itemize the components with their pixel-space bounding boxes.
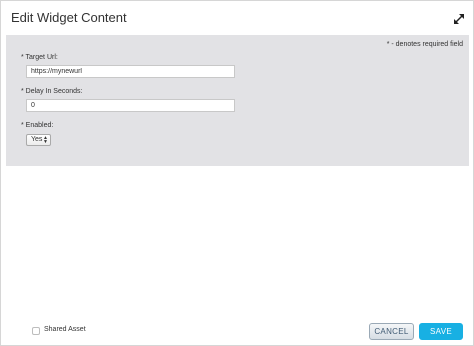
target-url-input[interactable] (26, 65, 235, 78)
dialog-header: Edit Widget Content (1, 1, 473, 35)
enabled-label: * Enabled: (21, 122, 54, 129)
shared-asset-label: Shared Asset (44, 326, 86, 333)
up-down-arrows-icon: ▲ ▼ (43, 135, 48, 145)
shared-asset-checkbox[interactable] (32, 327, 40, 335)
save-button[interactable]: SAVE (419, 323, 463, 340)
delay-input[interactable] (26, 99, 235, 112)
delay-label: * Delay In Seconds: (21, 88, 83, 95)
cancel-button[interactable]: CANCEL (369, 323, 414, 340)
required-field-note: * - denotes required field (386, 41, 463, 48)
enabled-select[interactable]: Yes ▲ ▼ (26, 134, 51, 146)
expand-icon[interactable] (453, 12, 465, 24)
edit-widget-dialog: Edit Widget Content * - denotes required… (0, 0, 474, 346)
enabled-select-value: Yes (31, 136, 43, 143)
target-url-label: * Target Url: (21, 54, 58, 61)
dialog-title: Edit Widget Content (11, 10, 127, 25)
form-panel: * - denotes required field * Target Url:… (6, 35, 469, 166)
